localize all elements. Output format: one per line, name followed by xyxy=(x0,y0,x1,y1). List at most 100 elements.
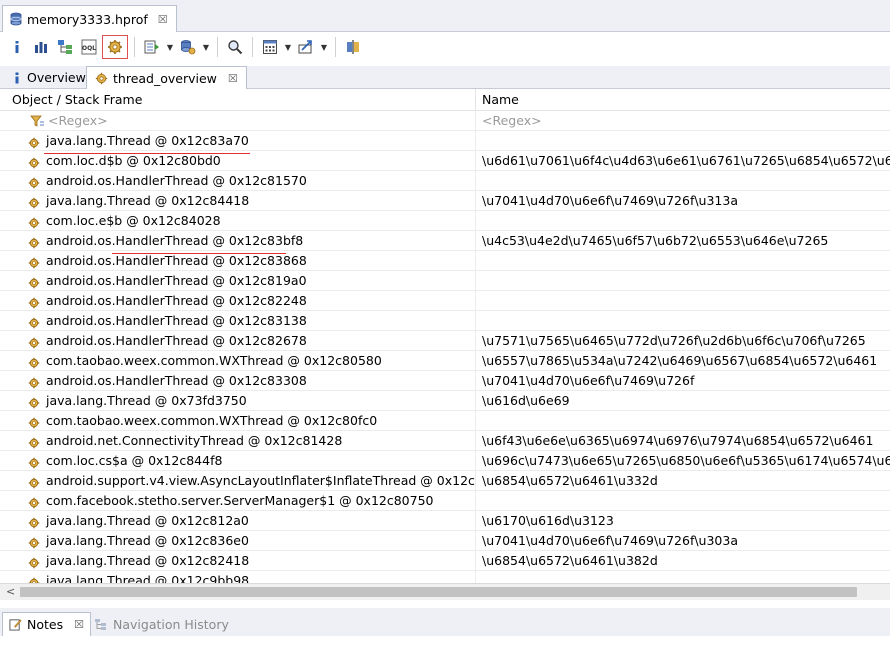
table-row[interactable]: java.lang.Thread @ 0x12c812a0 \u6170\u616… xyxy=(0,511,890,531)
table-row[interactable]: java.lang.Thread @ 0x12c836e0 \u7041\u4d7… xyxy=(0,531,890,551)
query-browser-button[interactable] xyxy=(177,36,199,58)
close-icon[interactable]: ☒ xyxy=(74,618,84,631)
scrollbar-thumb[interactable] xyxy=(20,587,857,597)
object-cell[interactable]: android.os.HandlerThread @ 0x12c82678 xyxy=(0,331,476,351)
table-row[interactable]: com.taobao.weex.common.WXThread @ 0x12c8… xyxy=(0,411,890,431)
table-row[interactable]: android.os.HandlerThread @ 0x12c82678 \u7… xyxy=(0,331,890,351)
table-row[interactable]: com.loc.d$b @ 0x12c80bd0 \u6d61\u7061\u6f… xyxy=(0,151,890,171)
table-row[interactable]: com.loc.e$b @ 0x12c84028 xyxy=(0,211,890,231)
dominator-tree-button[interactable] xyxy=(54,36,76,58)
object-cell[interactable]: android.os.HandlerThread @ 0x12c83868 xyxy=(0,251,476,271)
name-cell[interactable] xyxy=(476,411,890,431)
table-row[interactable]: android.support.v4.view.AsyncLayoutInfla… xyxy=(0,471,890,491)
tab-overview[interactable]: Overview xyxy=(4,66,94,89)
object-cell[interactable]: android.os.HandlerThread @ 0x12c83bf8 xyxy=(0,231,476,251)
object-cell[interactable]: com.taobao.weex.common.WXThread @ 0x12c8… xyxy=(0,351,476,371)
object-cell[interactable]: android.os.HandlerThread @ 0x12c82248 xyxy=(0,291,476,311)
tab-thread-overview[interactable]: thread_overview ☒ xyxy=(86,66,247,90)
name-cell[interactable] xyxy=(476,131,890,151)
name-cell[interactable]: \u7571\u7565\u6465\u772d\u726f\u2d6b\u6f… xyxy=(476,331,890,351)
object-cell[interactable]: com.facebook.stetho.server.ServerManager… xyxy=(0,491,476,511)
object-cell[interactable]: android.support.v4.view.AsyncLayoutInfla… xyxy=(0,471,476,491)
name-cell[interactable] xyxy=(476,291,890,311)
name-cell[interactable] xyxy=(476,251,890,271)
name-cell[interactable]: \u6854\u6572\u6461\u382d xyxy=(476,551,890,571)
name-filter-cell[interactable]: <Regex> xyxy=(476,111,890,131)
name-cell[interactable] xyxy=(476,211,890,231)
name-cell[interactable] xyxy=(476,491,890,511)
run-report-button[interactable] xyxy=(141,36,163,58)
name-cell[interactable]: \u696c\u7473\u6e65\u7265\u6850\u6e6f\u53… xyxy=(476,451,890,471)
table-row[interactable]: com.taobao.weex.common.WXThread @ 0x12c8… xyxy=(0,351,890,371)
object-cell[interactable]: java.lang.Thread @ 0x12c82418 xyxy=(0,551,476,571)
object-cell[interactable]: java.lang.Thread @ 0x12c9bb98 xyxy=(0,571,476,583)
object-cell[interactable]: android.os.HandlerThread @ 0x12c83308 xyxy=(0,371,476,391)
name-cell[interactable]: \u6d61\u7061\u6f4c\u4d63\u6e61\u6761\u72… xyxy=(476,151,890,171)
tab-navigation-history[interactable]: Navigation History xyxy=(88,612,235,636)
thread-overview-button[interactable] xyxy=(102,35,128,59)
tab-notes[interactable]: Notes ☒ xyxy=(2,612,91,636)
query-browser-dropdown-arrow[interactable]: ▼ xyxy=(201,43,211,52)
table-row[interactable]: android.net.ConnectivityThread @ 0x12c81… xyxy=(0,431,890,451)
export-button[interactable] xyxy=(295,36,317,58)
table-row[interactable]: android.os.HandlerThread @ 0x12c83bf8 \u4… xyxy=(0,231,890,251)
object-cell[interactable]: android.os.HandlerThread @ 0x12c81570 xyxy=(0,171,476,191)
close-icon[interactable]: ☒ xyxy=(228,72,238,85)
table-row[interactable]: com.facebook.stetho.server.ServerManager… xyxy=(0,491,890,511)
name-cell[interactable] xyxy=(476,271,890,291)
object-filter-cell[interactable]: <Regex> xyxy=(0,111,476,131)
object-cell[interactable]: com.loc.e$b @ 0x12c84028 xyxy=(0,211,476,231)
name-cell[interactable]: \u7041\u4d70\u6e6f\u7469\u726f\u313a xyxy=(476,191,890,211)
object-cell[interactable]: android.net.ConnectivityThread @ 0x12c81… xyxy=(0,431,476,451)
object-cell[interactable]: android.os.HandlerThread @ 0x12c819a0 xyxy=(0,271,476,291)
table-row[interactable]: java.lang.Thread @ 0x12c82418 \u6854\u657… xyxy=(0,551,890,571)
object-cell[interactable]: android.os.HandlerThread @ 0x12c83138 xyxy=(0,311,476,331)
export-dropdown-arrow[interactable]: ▼ xyxy=(319,43,329,52)
table-row[interactable]: android.os.HandlerThread @ 0x12c819a0 xyxy=(0,271,890,291)
table-row[interactable]: java.lang.Thread @ 0x12c84418 \u7041\u4d7… xyxy=(0,191,890,211)
table-row[interactable]: android.os.HandlerThread @ 0x12c83868 xyxy=(0,251,890,271)
object-cell[interactable]: com.loc.cs$a @ 0x12c844f8 xyxy=(0,451,476,471)
name-cell[interactable]: \u6854\u6572\u6461\u332d xyxy=(476,471,890,491)
oql-button[interactable]: OQL xyxy=(78,36,100,58)
name-cell[interactable] xyxy=(476,171,890,191)
horizontal-scrollbar[interactable]: < xyxy=(0,583,890,600)
table-row[interactable]: java.lang.Thread @ 0x73fd3750 \u616d\u6e6… xyxy=(0,391,890,411)
object-cell[interactable]: java.lang.Thread @ 0x12c83a70 xyxy=(0,131,476,151)
calculator-dropdown-arrow[interactable]: ▼ xyxy=(283,43,293,52)
thread-gear-icon xyxy=(28,475,40,489)
object-cell[interactable]: java.lang.Thread @ 0x12c836e0 xyxy=(0,531,476,551)
column-header-object[interactable]: Object / Stack Frame xyxy=(0,89,476,111)
name-cell[interactable]: \u4c53\u4e2d\u7465\u6f57\u6b72\u6553\u64… xyxy=(476,231,890,251)
run-report-dropdown-arrow[interactable]: ▼ xyxy=(165,43,175,52)
scroll-left-arrow[interactable]: < xyxy=(6,585,15,598)
table-row[interactable]: android.os.HandlerThread @ 0x12c81570 xyxy=(0,171,890,191)
name-cell[interactable]: \u6170\u616d\u3123 xyxy=(476,511,890,531)
name-cell[interactable] xyxy=(476,311,890,331)
name-cell[interactable]: \u6557\u7865\u534a\u7242\u6469\u6567\u68… xyxy=(476,351,890,371)
name-cell[interactable] xyxy=(476,571,890,583)
column-header-name[interactable]: Name xyxy=(476,89,890,111)
table-row[interactable]: android.os.HandlerThread @ 0x12c83308 \u7… xyxy=(0,371,890,391)
editor-tab-memory-hprof[interactable]: memory3333.hprof ☒ xyxy=(2,5,177,32)
table-row[interactable]: android.os.HandlerThread @ 0x12c83138 xyxy=(0,311,890,331)
name-cell[interactable]: \u7041\u4d70\u6e6f\u7469\u726f xyxy=(476,371,890,391)
object-cell[interactable]: java.lang.Thread @ 0x12c812a0 xyxy=(0,511,476,531)
table-row[interactable]: java.lang.Thread @ 0x12c83a70 xyxy=(0,131,890,151)
pin-button[interactable] xyxy=(342,36,364,58)
info-button[interactable] xyxy=(6,36,28,58)
close-icon[interactable]: ☒ xyxy=(158,13,168,26)
histogram-button[interactable] xyxy=(30,36,52,58)
name-cell[interactable]: \u6f43\u6e6e\u6365\u6974\u6976\u7974\u68… xyxy=(476,431,890,451)
name-cell[interactable]: \u616d\u6e69 xyxy=(476,391,890,411)
object-cell[interactable]: java.lang.Thread @ 0x73fd3750 xyxy=(0,391,476,411)
search-button[interactable] xyxy=(224,36,246,58)
table-row[interactable]: android.os.HandlerThread @ 0x12c82248 xyxy=(0,291,890,311)
calculator-button[interactable] xyxy=(259,36,281,58)
object-cell[interactable]: com.loc.d$b @ 0x12c80bd0 xyxy=(0,151,476,171)
table-row[interactable]: com.loc.cs$a @ 0x12c844f8 \u696c\u7473\u6… xyxy=(0,451,890,471)
name-cell[interactable]: \u7041\u4d70\u6e6f\u7469\u726f\u303a xyxy=(476,531,890,551)
table-row[interactable]: java.lang.Thread @ 0x12c9bb98 xyxy=(0,571,890,583)
object-cell[interactable]: com.taobao.weex.common.WXThread @ 0x12c8… xyxy=(0,411,476,431)
object-cell[interactable]: java.lang.Thread @ 0x12c84418 xyxy=(0,191,476,211)
